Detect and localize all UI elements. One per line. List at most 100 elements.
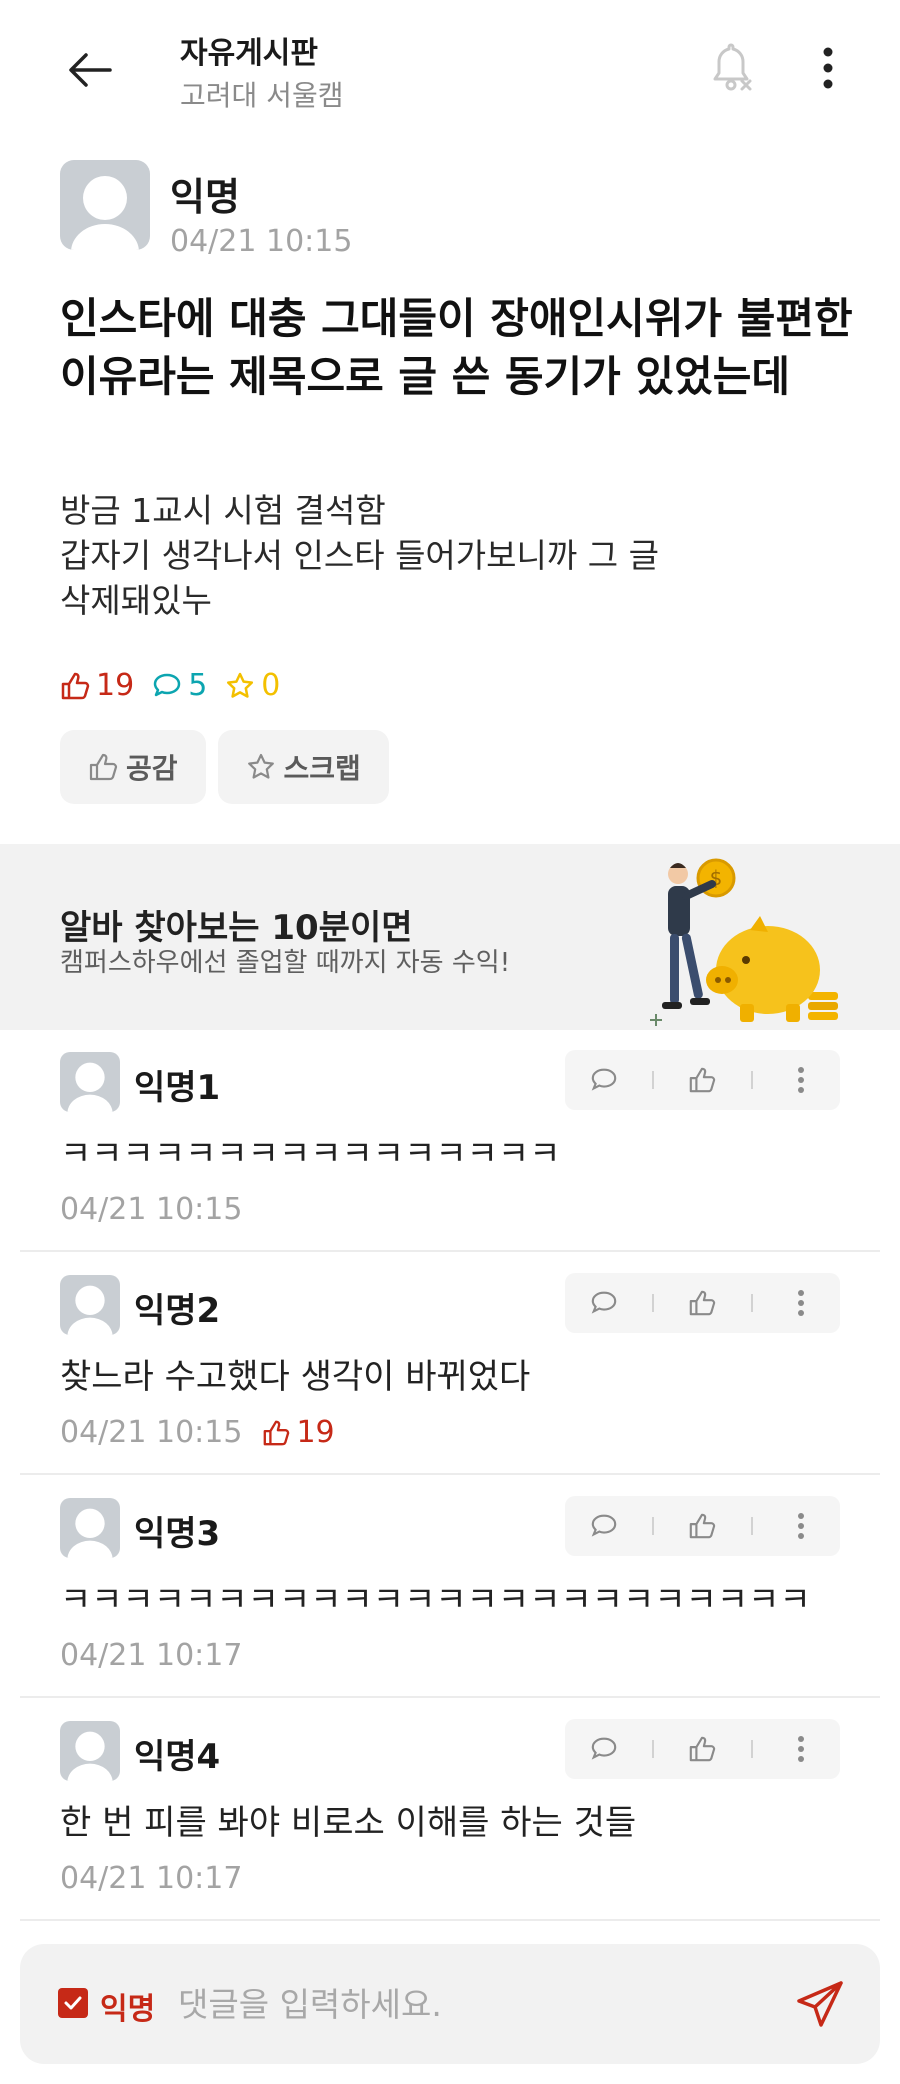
thumbs-up-icon [690, 1067, 716, 1093]
send-icon [797, 1981, 843, 2027]
comment-more-button[interactable] [771, 1496, 831, 1556]
comment-avatar [60, 1052, 120, 1112]
more-vertical-icon [797, 1067, 804, 1093]
like-button-label: 공감 [126, 752, 178, 785]
comment-toolbar [565, 1719, 840, 1779]
comment-item: 익명4 한 번 피를 봐야 비로소 이해를 하는 것들 04/21 10:17 [20, 1699, 880, 1921]
comment-author: 익명4 [134, 1737, 221, 1777]
scrap-count-value: 0 [261, 668, 281, 703]
reply-button[interactable] [574, 1496, 634, 1556]
comment-like-count-value: 19 [296, 1415, 335, 1450]
comment-toolbar [565, 1050, 840, 1110]
comment-composer: 익명 [20, 1944, 880, 2064]
more-vertical-icon [823, 47, 833, 89]
reply-button[interactable] [574, 1273, 634, 1333]
comment-author: 익명2 [134, 1291, 221, 1331]
post-time: 04/21 10:15 [170, 224, 353, 259]
thumbs-up-icon [89, 753, 118, 781]
comment-like-button[interactable] [672, 1496, 732, 1556]
divider [750, 1740, 753, 1758]
comment-text: ㅋㅋㅋㅋㅋㅋㅋㅋㅋㅋㅋㅋㅋㅋㅋㅋㅋㅋㅋㅋㅋㅋㅋㅋ [60, 1580, 811, 1620]
comment-bubble-icon [591, 1291, 617, 1314]
star-icon [227, 672, 254, 698]
comment-item: 익명3 ㅋㅋㅋㅋㅋㅋㅋㅋㅋㅋㅋㅋㅋㅋㅋㅋㅋㅋㅋㅋㅋㅋㅋㅋ 04/21 10:17 [20, 1476, 880, 1698]
comment-count-value: 5 [188, 668, 208, 703]
thumbs-up-icon [264, 1420, 290, 1445]
more-vertical-icon [797, 1513, 804, 1539]
comment-text: 찾느라 수고했다 생각이 바뀌었다 [60, 1357, 531, 1397]
reply-button[interactable] [574, 1050, 634, 1110]
ad-subtitle: 캠퍼스하우에선 졸업할 때까지 자동 수익! [60, 948, 511, 978]
send-button[interactable] [790, 1974, 850, 2034]
comment-author: 익명1 [134, 1068, 221, 1108]
like-button[interactable]: 공감 [60, 730, 206, 804]
divider [652, 1294, 655, 1312]
comment-toolbar [565, 1273, 840, 1333]
comment-time: 04/21 10:17 [60, 1861, 243, 1896]
comment-toolbar [565, 1496, 840, 1556]
comment-like-button[interactable] [672, 1273, 732, 1333]
thumbs-up-icon [61, 672, 90, 699]
notification-toggle-button[interactable] [704, 40, 760, 96]
comment-more-button[interactable] [771, 1719, 831, 1779]
ad-banner[interactable]: 알바 찾아보는 10분이면 캠퍼스하우에선 졸업할 때까지 자동 수익! $ [0, 844, 900, 1030]
post-title: 인스타에 대충 그대들이 장애인시위가 불편한 이유라는 제목으로 글 쓴 동기… [60, 294, 853, 401]
back-arrow-icon [69, 53, 112, 87]
divider [652, 1517, 655, 1535]
comment-avatar [60, 1498, 120, 1558]
comment-time: 04/21 10:15 [60, 1192, 243, 1227]
divider [750, 1517, 753, 1535]
anonymous-label[interactable]: 익명 [100, 1984, 155, 2028]
back-button[interactable] [60, 40, 120, 100]
scrap-button-label: 스크랩 [283, 752, 361, 785]
comment-like-button[interactable] [672, 1719, 732, 1779]
more-vertical-icon [797, 1736, 804, 1762]
board-subtitle: 고려대 서울캠 [180, 79, 344, 112]
comment-meta: 04/21 10:17 [60, 1638, 242, 1673]
comment-count: 5 [152, 668, 207, 703]
thumbs-up-icon [690, 1736, 716, 1762]
post-stats: 19 5 0 [60, 668, 298, 703]
app-header: 자유게시판 고려대 서울캠 [0, 0, 900, 140]
reply-button[interactable] [574, 1719, 634, 1779]
comment-bubble-icon [591, 1514, 617, 1537]
avatar-icon [71, 176, 139, 250]
comment-bubble-icon [153, 673, 181, 696]
avatar-icon [67, 1062, 113, 1112]
divider [652, 1071, 655, 1089]
post-author-avatar [60, 160, 150, 250]
comment-more-button[interactable] [771, 1273, 831, 1333]
more-vertical-icon [797, 1290, 804, 1316]
comment-text: 한 번 피를 봐야 비로소 이해를 하는 것들 [60, 1803, 637, 1843]
comment-like-count: 19 [262, 1415, 335, 1450]
like-count-value: 19 [96, 668, 135, 703]
comment-input[interactable] [178, 1974, 778, 2034]
scrap-count: 0 [225, 668, 280, 703]
comment-more-button[interactable] [771, 1050, 831, 1110]
more-options-button[interactable] [800, 40, 856, 96]
divider [750, 1071, 753, 1089]
post-author: 익명 [170, 175, 240, 219]
divider [750, 1294, 753, 1312]
divider [652, 1740, 655, 1758]
star-icon [247, 753, 274, 779]
comment-bubble-icon [591, 1068, 617, 1091]
avatar-icon [67, 1285, 113, 1335]
piggy-bank-illustration: $ [650, 858, 838, 1026]
comment-like-button[interactable] [672, 1050, 732, 1110]
comment-text: ㅋㅋㅋㅋㅋㅋㅋㅋㅋㅋㅋㅋㅋㅋㅋㅋ [60, 1134, 561, 1174]
comment-bubble-icon [591, 1737, 617, 1760]
bell-off-icon [713, 43, 752, 91]
comment-time: 04/21 10:15 [60, 1415, 243, 1450]
like-count: 19 [60, 668, 134, 703]
post-body: 방금 1교시 시험 결석함 갑자기 생각나서 인스타 들어가보니까 그 글 삭제… [60, 491, 659, 620]
comment-meta: 04/21 10:15 [60, 1192, 242, 1227]
scrap-button[interactable]: 스크랩 [217, 730, 389, 804]
comment-item: 익명2 찾느라 수고했다 생각이 바뀌었다 04/21 10:15 19 [20, 1253, 880, 1475]
anonymous-checkbox[interactable] [58, 1988, 88, 2018]
comment-avatar [60, 1275, 120, 1335]
avatar-icon [67, 1508, 113, 1558]
thumbs-up-icon [690, 1513, 716, 1539]
comment-time: 04/21 10:17 [60, 1638, 243, 1673]
comment-item: 익명1 ㅋㅋㅋㅋㅋㅋㅋㅋㅋㅋㅋㅋㅋㅋㅋㅋ 04/21 10:15 [20, 1030, 880, 1252]
